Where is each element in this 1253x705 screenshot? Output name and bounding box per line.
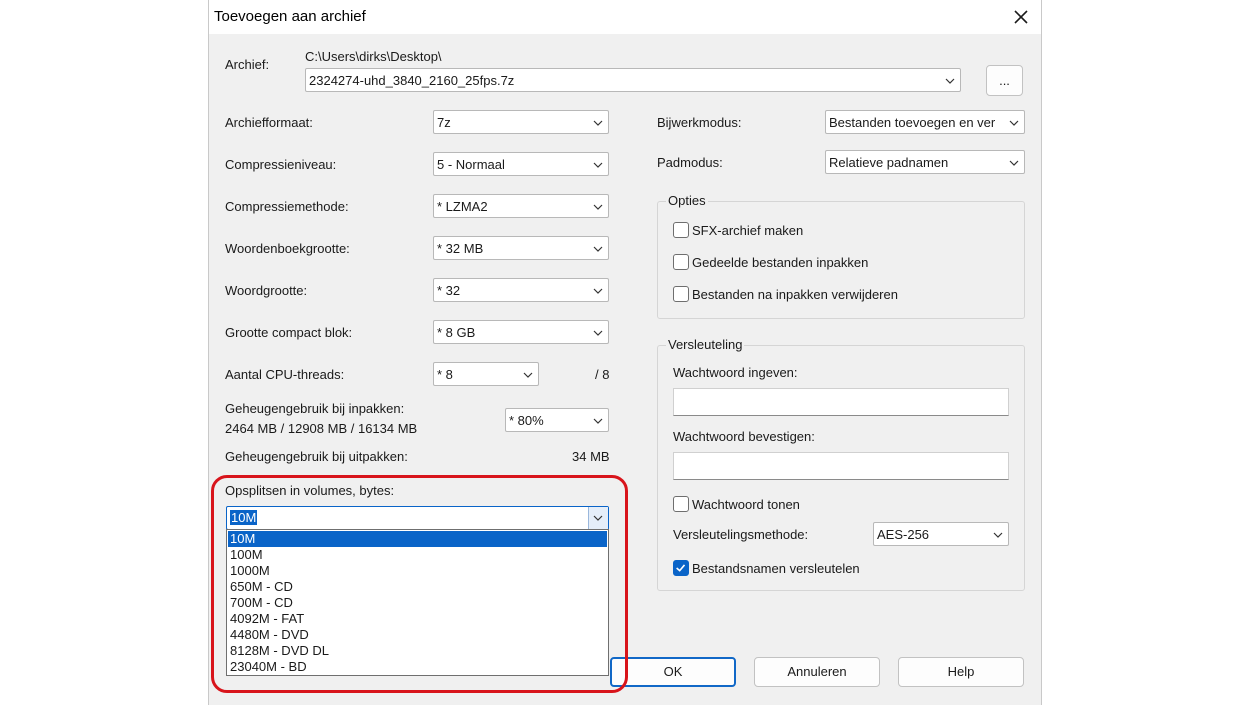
shared-files-label: Gedeelde bestanden inpakken [692,255,869,270]
threads-combo[interactable]: * 8 [433,362,539,386]
password-label: Wachtwoord ingeven: [673,365,798,380]
shared-files-checkbox[interactable] [673,254,689,270]
split-option-700m-cd[interactable]: 700M - CD [228,595,607,611]
archive-filename: 2324274-uhd_3840_2160_25fps.7z [309,73,515,88]
chevron-down-icon [593,288,603,294]
word-combo[interactable]: * 32 [433,278,609,302]
chevron-down-icon [593,330,603,336]
threads-label: Aantal CPU-threads: [225,367,345,382]
mem-pack-detail: 2464 MB / 12908 MB / 16134 MB [225,421,418,436]
word-label: Woordgrootte: [225,283,308,298]
password-input[interactable] [673,388,1009,416]
update-mode-label: Bijwerkmodus: [657,115,742,130]
ok-button[interactable]: OK [610,657,736,687]
chevron-down-icon [593,418,603,424]
method-label: Compressiemethode: [225,199,349,214]
chevron-down-icon [593,162,603,168]
options-title: Opties [666,193,708,208]
chevron-down-icon [523,372,533,378]
title-bar: Toevoegen aan archief [209,0,1041,34]
checkmark-icon [676,564,686,572]
mem-pack-value: * 80% [509,413,544,428]
archive-path: C:\Users\dirks\Desktop\ [305,49,442,64]
encrypt-names-checkbox[interactable] [673,560,689,576]
chevron-down-icon [593,204,603,210]
solid-combo[interactable]: * 8 GB [433,320,609,344]
update-mode-value: Bestanden toevoegen en ver [829,115,996,130]
password-confirm-label: Wachtwoord bevestigen: [673,429,815,444]
delete-after-label: Bestanden na inpakken verwijderen [692,287,898,302]
split-dropdown-list: 10M 100M 1000M 650M - CD 700M - CD 4092M… [226,529,609,676]
split-value[interactable]: 10M [230,510,258,525]
chevron-down-icon [993,532,1003,538]
show-password-checkbox[interactable] [673,496,689,512]
show-password-label: Wachtwoord tonen [692,497,800,512]
encryption-method-value: AES-256 [877,527,930,542]
split-dropdown-button[interactable] [588,507,608,529]
browse-button[interactable]: ... [986,65,1023,96]
path-mode-combo[interactable]: Relatieve padnamen [825,150,1025,174]
chevron-down-icon [1009,160,1019,166]
chevron-down-icon [593,120,603,126]
dict-combo[interactable]: * 32 MB [433,236,609,260]
mem-pack-label: Geheugengebruik bij inpakken: [225,401,405,416]
mem-unpack-label: Geheugengebruik bij uitpakken: [225,449,408,464]
delete-after-checkbox[interactable] [673,286,689,302]
split-label: Opsplitsen in volumes, bytes: [225,483,395,498]
dict-label: Woordenboekgrootte: [225,241,350,256]
chevron-down-icon [593,246,603,252]
help-button[interactable]: Help [898,657,1024,687]
encryption-method-combo[interactable]: AES-256 [873,522,1009,546]
format-value: 7z [437,115,451,130]
level-value: 5 - Normaal [437,157,505,172]
path-mode-label: Padmodus: [657,155,723,170]
threads-max: / 8 [595,367,610,382]
split-option-8128m-dvd-dl[interactable]: 8128M - DVD DL [228,643,607,659]
chevron-down-icon [593,515,603,521]
cancel-button[interactable]: Annuleren [754,657,880,687]
method-combo[interactable]: * LZMA2 [433,194,609,218]
split-option-4092m-fat[interactable]: 4092M - FAT [228,611,607,627]
update-mode-combo[interactable]: Bestanden toevoegen en ver [825,110,1025,134]
window-title: Toevoegen aan archief [214,8,366,25]
solid-label: Grootte compact blok: [225,325,353,340]
split-option-4480m-dvd[interactable]: 4480M - DVD [228,627,607,643]
mem-unpack-value: 34 MB [572,449,610,464]
encryption-method-label: Versleutelingsmethode: [673,527,809,542]
method-value: * LZMA2 [437,199,488,214]
chevron-down-icon [1009,120,1019,126]
sfx-label: SFX-archief maken [692,223,804,238]
dict-value: * 32 MB [437,241,484,256]
threads-value: * 8 [437,367,453,382]
word-value: * 32 [437,283,461,298]
mem-pack-combo[interactable]: * 80% [505,408,609,432]
split-option-1000m[interactable]: 1000M [228,563,607,579]
level-label: Compressieniveau: [225,157,337,172]
split-option-23040m-bd[interactable]: 23040M - BD [228,659,607,675]
split-option-100m[interactable]: 100M [228,547,607,563]
solid-value: * 8 GB [437,325,476,340]
format-combo[interactable]: 7z [433,110,609,134]
split-combo[interactable]: 10M [226,506,609,530]
split-option-10m[interactable]: 10M [228,531,607,547]
archive-label: Archief: [225,57,270,72]
close-icon[interactable] [1009,5,1033,29]
chevron-down-icon [945,78,955,84]
path-mode-value: Relatieve padnamen [829,155,949,170]
split-option-650m-cd[interactable]: 650M - CD [228,579,607,595]
encrypt-names-label: Bestandsnamen versleutelen [692,561,860,576]
password-confirm-input[interactable] [673,452,1009,480]
level-combo[interactable]: 5 - Normaal [433,152,609,176]
format-label: Archiefformaat: [225,115,313,130]
encryption-title: Versleuteling [666,337,745,352]
archive-filename-combo[interactable]: 2324274-uhd_3840_2160_25fps.7z [305,68,961,92]
sfx-checkbox[interactable] [673,222,689,238]
